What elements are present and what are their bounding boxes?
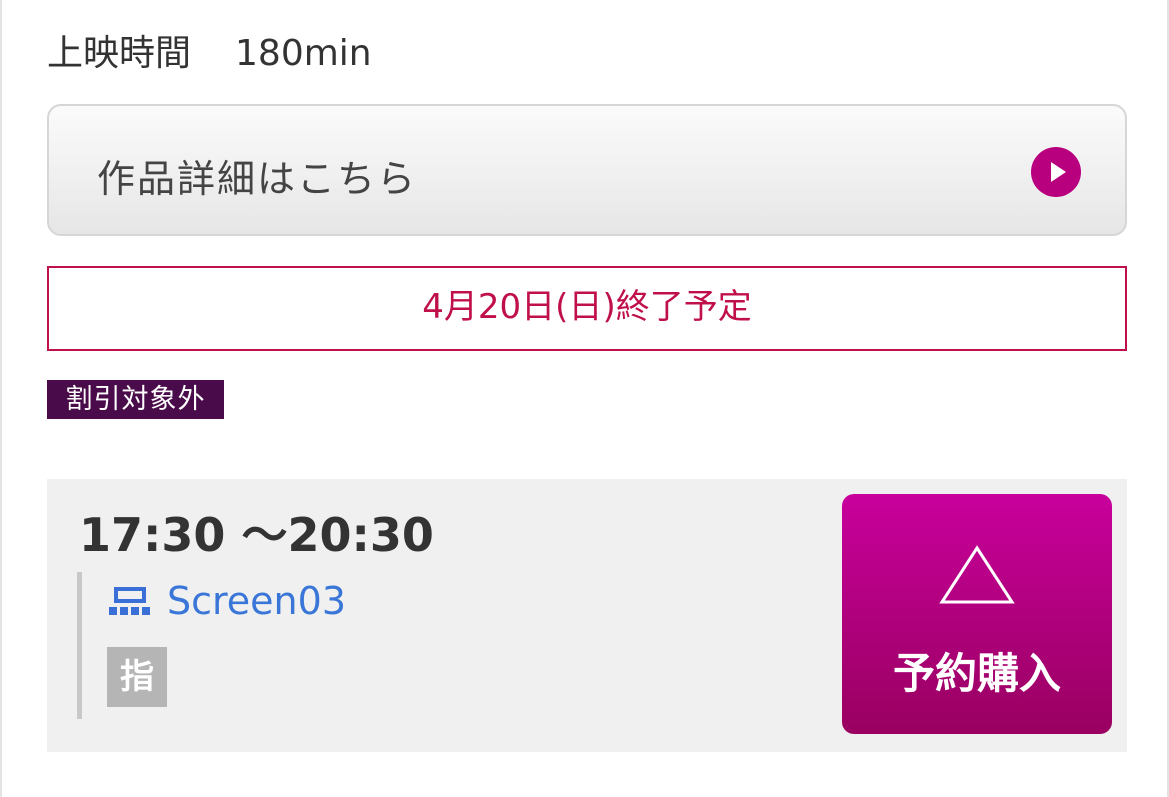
end-date-notice: 4月20日(日)終了予定 xyxy=(47,266,1127,351)
play-circle-icon xyxy=(1031,147,1081,197)
discount-exclusion-badge: 割引対象外 xyxy=(47,380,224,419)
triangle-icon xyxy=(939,545,1015,604)
work-details-label: 作品詳細はこちら xyxy=(97,157,418,201)
reserve-purchase-label: 予約購入 xyxy=(892,649,1061,698)
screen-name: Screen03 xyxy=(167,579,346,623)
showtime-panel: 17:30 〜20:30 Screen03 指 予約購入 xyxy=(47,479,1127,752)
runtime-label: 上映時間 xyxy=(47,33,192,74)
screen-icon xyxy=(109,585,151,617)
screen-info: Screen03 xyxy=(109,577,346,625)
reserved-seat-badge: 指 xyxy=(107,647,167,707)
showtime-page: 上映時間 180min 作品詳細はこちら 4月20日(日)終了予定 割引対象外 1… xyxy=(0,0,1169,797)
work-details-button[interactable]: 作品詳細はこちら xyxy=(47,104,1127,236)
runtime-info: 上映時間 180min xyxy=(47,24,372,76)
reserve-purchase-button[interactable]: 予約購入 xyxy=(842,494,1112,734)
runtime-value: 180min xyxy=(235,33,372,74)
showtime-time: 17:30 〜20:30 xyxy=(79,508,434,562)
info-divider xyxy=(77,572,82,719)
